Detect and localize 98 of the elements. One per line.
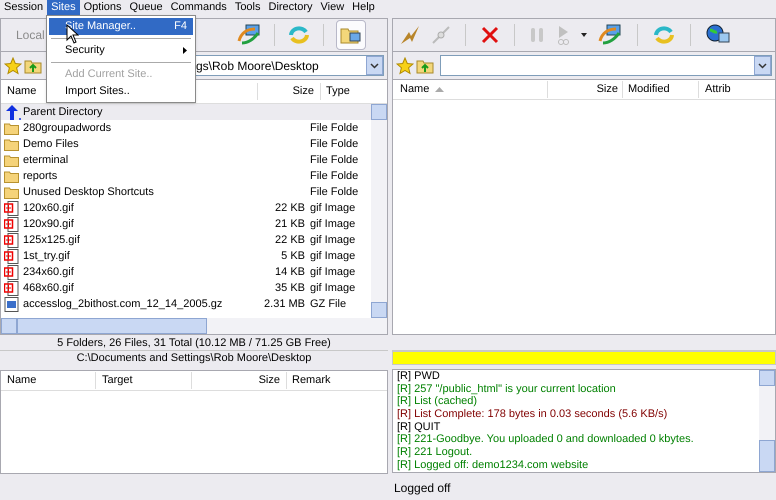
file-name[interactable]: 234x60.gif [23,266,249,278]
column-header[interactable]: Size [258,83,321,100]
pause-icon[interactable] [529,25,545,45]
file-type: gif Image [309,232,356,248]
vertical-scrollbar[interactable] [759,370,775,472]
menu-bar-item[interactable]: Sites [47,0,80,15]
log-line: [R] 221-Goodbye. You uploaded 0 and downloaded 0 kbytes. [397,433,695,446]
star-icon[interactable] [4,56,22,74]
column-header[interactable]: Remark [287,372,387,389]
image-file-icon [4,232,19,248]
column-header[interactable]: Modified [623,81,699,98]
shortcut-text: F4 [174,19,187,34]
file-type: File Folde [309,136,358,152]
file-name[interactable]: 120x90.gif [23,218,249,230]
file-type: File Folde [309,184,358,200]
file-size: 2.31 MB [263,296,305,312]
column-header[interactable]: Attrib [699,81,775,98]
file-name[interactable]: 468x60.gif [23,282,249,294]
computer-folder-button[interactable] [336,20,366,50]
play-icon[interactable] [555,24,571,46]
path-field[interactable] [440,55,772,76]
file-name[interactable]: Unused Desktop Shortcuts [23,186,249,198]
star-icon[interactable] [396,56,414,74]
file-name[interactable]: reports [23,170,249,182]
log-line: [R] Logged off: demo1234.com website [397,458,590,472]
image-file-icon [4,280,19,296]
column-header[interactable]: Type [321,83,369,100]
file-name[interactable]: 120x60.gif [23,202,249,214]
horizontal-scrollbar[interactable] [1,318,387,334]
file-size: 22 KB [274,200,305,216]
chevron-down-icon [758,62,767,68]
file-name[interactable]: 280groupadwords [23,122,249,134]
file-type: gif Image [309,264,356,280]
menu-bar-item[interactable]: Session [0,0,48,15]
sort-ascending-icon [435,87,444,92]
close-icon[interactable] [480,25,500,45]
vertical-scrollbar[interactable] [371,104,387,318]
local-label: Local [16,27,45,44]
log-line: [R] QUIT [397,420,442,434]
file-name[interactable]: 125x125.gif [23,234,249,246]
image-file-icon [4,200,19,216]
path-text: gs\Rob Moore\Desktop [196,58,319,74]
folder-icon [4,186,19,198]
file-type: File Folde [309,168,358,184]
file-size: 5 KB [280,248,305,264]
status-text: Logged off [393,480,452,497]
summary-text: 5 Folders, 26 Files, 31 Total (10.12 MB / 71.25 GB Free) [0,335,388,351]
column-header[interactable]: Target [96,372,192,389]
file-type: gif Image [309,216,356,232]
archive-file-icon [4,296,19,312]
column-header[interactable]: Name [393,81,548,98]
menu-bar-item[interactable]: Options [80,0,126,15]
chevron-down-icon [370,62,379,68]
file-type: File Folde [309,120,358,136]
image-file-icon [4,216,19,232]
current-path-text: C:\Documents and Settings\Rob Moore\Desktop [76,351,312,366]
file-name[interactable]: Demo Files [23,138,249,150]
submenu-arrow-icon [183,47,187,54]
transfer-icon[interactable] [236,23,262,47]
log-line: [R] 257 "/public_html" is your current location [397,382,617,396]
folder-icon [4,154,19,166]
file-type: GZ File [309,296,346,312]
transfer-icon[interactable] [597,23,623,47]
menu-bar-item[interactable]: Help [348,0,379,15]
file-name[interactable]: eterminal [23,154,249,166]
file-size: 35 KB [274,280,305,296]
menu-item[interactable]: Import Sites.. [49,83,193,100]
column-header[interactable]: Name [1,372,96,389]
log-line: [R] List Complete: 178 bytes in 0.03 seconds (5.6 KB/s) [397,408,668,421]
menu-bar-item[interactable]: View [316,0,348,15]
menu-bar-item[interactable]: Directory [264,0,317,15]
log-line: [R] List (cached) [397,395,478,408]
caret-icon[interactable] [581,33,587,37]
folder-icon [4,138,19,150]
file-size: 21 KB [274,216,305,232]
column-header[interactable]: Size [548,81,623,98]
folder-icon [4,170,19,182]
file-type: gif Image [309,280,356,296]
menu-bar-item[interactable]: Queue [126,0,167,15]
file-type: gif Image [309,248,356,264]
dropdown-button[interactable] [754,56,771,75]
file-size: 22 KB [274,232,305,248]
file-name[interactable]: 1st_try.gif [23,250,249,262]
image-file-icon [4,264,19,280]
dropdown-button[interactable] [366,56,383,75]
menu-bar-item[interactable]: Tools [230,0,264,15]
plug-icon[interactable] [431,25,451,45]
up-arrow-icon [4,104,22,120]
file-type: gif Image [309,200,356,216]
lightning-icon[interactable] [399,24,421,46]
image-file-icon [4,248,19,264]
file-type: File Folde [309,152,358,168]
file-size: 14 KB [274,264,305,280]
log-line: [R] 221 Logout. [397,446,474,459]
log-line: [R] PWD [397,370,441,383]
file-name[interactable]: accesslog_2bithost.com_12_14_2005.gz [23,298,249,310]
column-header[interactable]: Size [192,372,287,389]
menu-bar-item[interactable]: Commands [166,0,231,15]
